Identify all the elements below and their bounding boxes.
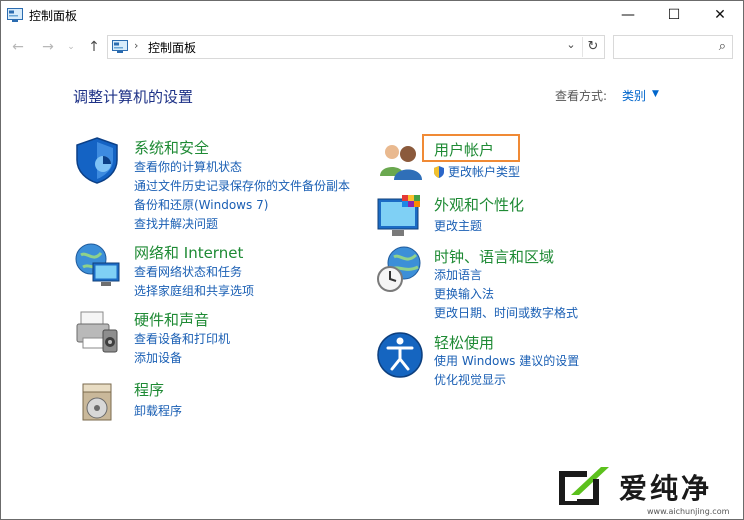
link-change-input-method[interactable]: 更换输入法	[434, 285, 494, 302]
link-recommended-settings[interactable]: 使用 Windows 建议的设置	[434, 352, 579, 369]
link-network-status[interactable]: 查看网络状态和任务	[134, 263, 242, 280]
link-file-history-backup[interactable]: 通过文件历史记录保存你的文件备份副本	[134, 177, 350, 194]
shield-icon	[76, 137, 118, 184]
page-title: 调整计算机的设置	[73, 88, 194, 106]
category-title-user-accounts[interactable]: 用户帐户	[434, 139, 494, 160]
address-dropdown-button[interactable]: ⌄	[564, 38, 578, 51]
link-devices-printers[interactable]: 查看设备和打印机	[134, 330, 230, 347]
control-panel-icon	[112, 40, 128, 53]
link-change-theme[interactable]: 更改主题	[434, 217, 482, 234]
printer-icon	[76, 311, 118, 353]
category-appearance: 外观和个性化 更改主题	[376, 193, 676, 238]
back-button[interactable]: ←	[9, 36, 27, 58]
watermark: 爱纯净 www.aichunjing.com	[551, 463, 741, 519]
up-button[interactable]: ↑	[85, 36, 103, 58]
category-title-appearance[interactable]: 外观和个性化	[434, 194, 524, 215]
control-panel-app-icon	[7, 8, 23, 22]
link-troubleshoot[interactable]: 查找并解决问题	[134, 215, 218, 232]
breadcrumb-control-panel[interactable]: 控制面板	[148, 39, 196, 56]
link-view-computer-status[interactable]: 查看你的计算机状态	[134, 158, 242, 175]
category-title-clock-language-region[interactable]: 时钟、语言和区域	[434, 246, 554, 267]
category-title-ease-of-access[interactable]: 轻松使用	[434, 332, 494, 353]
link-add-language[interactable]: 添加语言	[434, 266, 482, 283]
link-change-account-type-label[interactable]: 更改帐户类型	[448, 165, 520, 179]
control-panel-window: 控制面板 — ☐ ✕ ← → ⌄ ↑ › 控制面板 ⌄ ↻ ⌕ 调整计算机的设置…	[0, 0, 744, 520]
ease-of-access-icon	[377, 332, 423, 378]
recent-locations-button[interactable]: ⌄	[65, 36, 77, 58]
breadcrumb-separator[interactable]: ›	[134, 39, 138, 52]
uac-shield-icon	[434, 166, 444, 178]
category-hardware-sound: 硬件和声音 查看设备和打印机 添加设备	[73, 308, 373, 368]
refresh-button[interactable]: ↻	[582, 37, 603, 57]
search-input[interactable]: ⌕	[613, 35, 733, 59]
category-title-system-security[interactable]: 系统和安全	[134, 137, 209, 158]
programs-icon	[82, 383, 112, 421]
category-clock-language-region: 时钟、语言和区域 添加语言 更换输入法 更改日期、时间或数字格式	[376, 245, 676, 325]
address-bar[interactable]: › 控制面板 ⌄ ↻	[107, 35, 605, 59]
navigation-bar: ← → ⌄ ↑ › 控制面板 ⌄ ↻ ⌕	[1, 32, 743, 62]
network-icon	[75, 243, 120, 286]
link-backup-restore[interactable]: 备份和还原(Windows 7)	[134, 196, 268, 213]
title-bar[interactable]: 控制面板 — ☐ ✕	[1, 1, 743, 29]
forward-button[interactable]: →	[39, 36, 57, 58]
category-title-network-internet[interactable]: 网络和 Internet	[134, 242, 243, 263]
link-change-account-type[interactable]: 更改帐户类型	[433, 163, 520, 180]
maximize-button[interactable]: ☐	[651, 1, 697, 29]
view-by-arrow-icon[interactable]: ▼	[652, 89, 659, 99]
watermark-logo	[559, 467, 609, 505]
category-network-internet: 网络和 Internet 查看网络状态和任务 选择家庭组和共享选项	[73, 241, 373, 301]
category-title-programs[interactable]: 程序	[134, 379, 164, 400]
category-user-accounts: 用户帐户 更改帐户类型	[376, 134, 676, 186]
link-uninstall-program[interactable]: 卸载程序	[134, 402, 182, 419]
link-change-date-time-format[interactable]: 更改日期、时间或数字格式	[434, 304, 578, 321]
minimize-button[interactable]: —	[605, 1, 651, 29]
clock-globe-icon	[377, 246, 421, 292]
category-programs: 程序 卸载程序	[73, 378, 373, 428]
search-icon[interactable]: ⌕	[719, 39, 726, 54]
watermark-url: www.aichunjing.com	[647, 507, 730, 516]
link-optimize-visual-display[interactable]: 优化视觉显示	[434, 371, 506, 388]
watermark-text: 爱纯净	[619, 472, 713, 505]
link-add-device[interactable]: 添加设备	[134, 349, 182, 366]
category-ease-of-access: 轻松使用 使用 Windows 建议的设置 优化视觉显示	[376, 331, 676, 391]
display-icon	[377, 195, 420, 236]
window-title: 控制面板	[29, 9, 78, 23]
view-by-label: 查看方式:	[555, 89, 608, 103]
category-title-hardware-sound[interactable]: 硬件和声音	[134, 309, 209, 330]
close-button[interactable]: ✕	[697, 1, 743, 29]
users-icon	[380, 145, 422, 180]
category-system-security: 系统和安全 查看你的计算机状态 通过文件历史记录保存你的文件备份副本 备份和还原…	[73, 136, 373, 231]
view-by-dropdown[interactable]: 类别	[622, 87, 646, 104]
link-homegroup-sharing[interactable]: 选择家庭组和共享选项	[134, 282, 254, 299]
